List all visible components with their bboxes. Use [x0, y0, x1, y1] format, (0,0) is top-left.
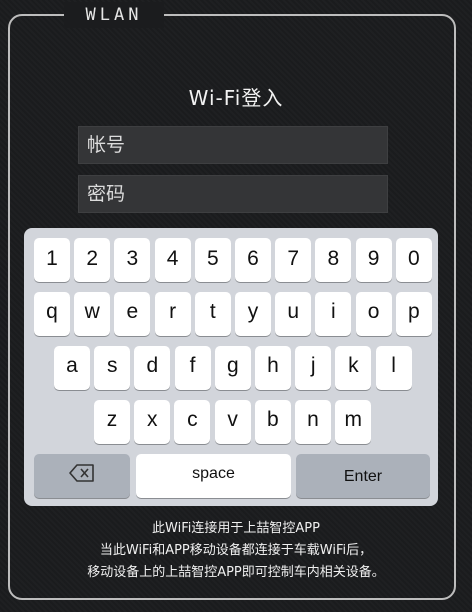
key[interactable]: 8 [315, 238, 352, 282]
key[interactable]: x [134, 400, 171, 444]
account-input[interactable]: 帐号 [78, 126, 388, 164]
info-text: 此WiFi连接用于上喆智控APP 当此WiFi和APP移动设备都连接于车载WiF… [0, 518, 472, 584]
key[interactable]: v [214, 400, 251, 444]
key[interactable]: 6 [235, 238, 271, 282]
key[interactable]: d [134, 346, 171, 390]
key[interactable]: j [295, 346, 332, 390]
key[interactable]: b [254, 400, 291, 444]
key[interactable]: l [375, 346, 412, 390]
key[interactable]: 0 [395, 238, 432, 282]
key[interactable]: g [214, 346, 251, 390]
panel-title: WLAN [64, 2, 164, 28]
key[interactable]: z [94, 400, 130, 444]
on-screen-keyboard: space Enter 1234567890 qwertyuiop asdfghjk… [24, 228, 438, 506]
key[interactable]: e [114, 292, 151, 336]
info-line: 移动设备上的上喆智控APP即可控制车内相关设备。 [87, 565, 385, 580]
key[interactable]: s [94, 346, 131, 390]
key[interactable]: w [74, 292, 111, 336]
key[interactable]: u [275, 292, 312, 336]
login-title: Wi-Fi登入 [188, 86, 284, 110]
enter-key[interactable]: Enter [296, 454, 430, 498]
key[interactable]: h [255, 346, 291, 390]
key[interactable]: p [395, 292, 432, 336]
key[interactable]: f [174, 346, 211, 390]
key[interactable]: a [54, 346, 90, 390]
key[interactable]: 9 [355, 238, 392, 282]
key[interactable]: 5 [194, 238, 231, 282]
key[interactable]: y [235, 292, 271, 336]
key[interactable]: o [355, 292, 392, 336]
info-line: 此WiFi连接用于上喆智控APP [152, 521, 320, 536]
key[interactable]: n [295, 400, 331, 444]
key[interactable]: r [154, 292, 191, 336]
backspace-key[interactable] [34, 454, 130, 498]
key[interactable]: 2 [74, 238, 111, 282]
key[interactable]: k [335, 346, 372, 390]
key[interactable]: m [335, 400, 372, 444]
key[interactable]: q [34, 292, 70, 336]
key[interactable]: 3 [114, 238, 151, 282]
space-key[interactable]: space [136, 454, 291, 498]
password-input[interactable]: 密码 [78, 175, 388, 213]
key[interactable]: 4 [154, 238, 191, 282]
key[interactable]: 7 [275, 238, 312, 282]
info-line: 当此WiFi和APP移动设备都连接于车载WiFi后， [99, 543, 373, 558]
backspace-icon [69, 454, 95, 498]
key[interactable]: t [194, 292, 231, 336]
key[interactable]: c [174, 400, 211, 444]
key[interactable]: 1 [34, 238, 70, 282]
key[interactable]: i [315, 292, 352, 336]
